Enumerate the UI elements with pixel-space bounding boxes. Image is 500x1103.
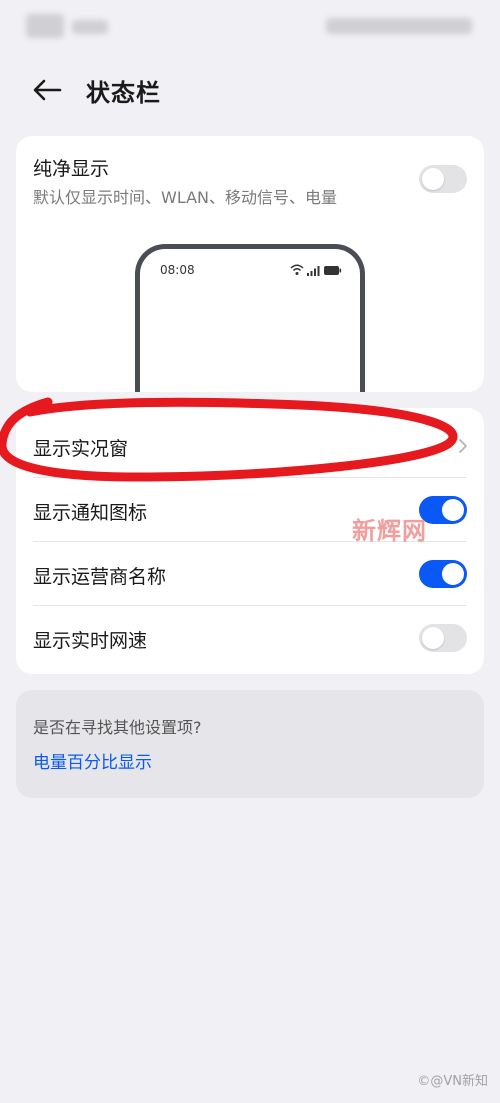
signal-icon xyxy=(307,266,320,276)
chevron-right-icon xyxy=(459,439,467,453)
suggestion-question: 是否在寻找其他设置项? xyxy=(33,718,202,737)
page-header: 状态栏 xyxy=(0,68,500,112)
pure-display-description: 默认仅显示时间、WLAN、移动信号、电量 xyxy=(33,188,338,207)
row-network-speed: 显示实时网速 xyxy=(16,606,484,670)
toggle-knob xyxy=(442,563,464,585)
row-carrier-name: 显示运营商名称 xyxy=(16,542,484,606)
page-title: 状态栏 xyxy=(86,79,161,107)
system-status-bar xyxy=(0,10,500,44)
row-label: 显示运营商名称 xyxy=(33,566,167,588)
arrow-left-icon[interactable] xyxy=(30,74,64,106)
carrier-name-toggle[interactable] xyxy=(419,560,467,588)
pure-display-title: 纯净显示 xyxy=(33,158,110,180)
network-speed-toggle[interactable] xyxy=(419,624,467,652)
pure-display-card: 纯净显示 默认仅显示时间、WLAN、移动信号、电量 08:08 xyxy=(16,136,484,392)
phone-preview: 08:08 xyxy=(135,244,365,392)
preview-status-icons xyxy=(290,264,342,276)
pure-display-toggle[interactable] xyxy=(419,165,467,193)
battery-percentage-link[interactable]: 电量百分比显示 xyxy=(33,748,152,773)
wifi-icon xyxy=(290,264,304,275)
row-live-window[interactable]: 显示实况窗 xyxy=(16,414,484,478)
preview-time: 08:08 xyxy=(160,263,195,277)
source-credit: ©@VN新知 xyxy=(417,1074,488,1089)
row-label: 显示实况窗 xyxy=(33,438,129,460)
row-label: 显示通知图标 xyxy=(33,502,148,524)
toggle-knob xyxy=(422,627,444,649)
toggle-knob xyxy=(422,168,444,190)
watermark-text: 新辉网 xyxy=(352,517,427,545)
battery-icon xyxy=(324,266,342,275)
toggle-knob xyxy=(442,499,464,521)
suggestion-card: 是否在寻找其他设置项? 电量百分比显示 xyxy=(16,690,484,798)
row-label: 显示实时网速 xyxy=(33,630,148,652)
